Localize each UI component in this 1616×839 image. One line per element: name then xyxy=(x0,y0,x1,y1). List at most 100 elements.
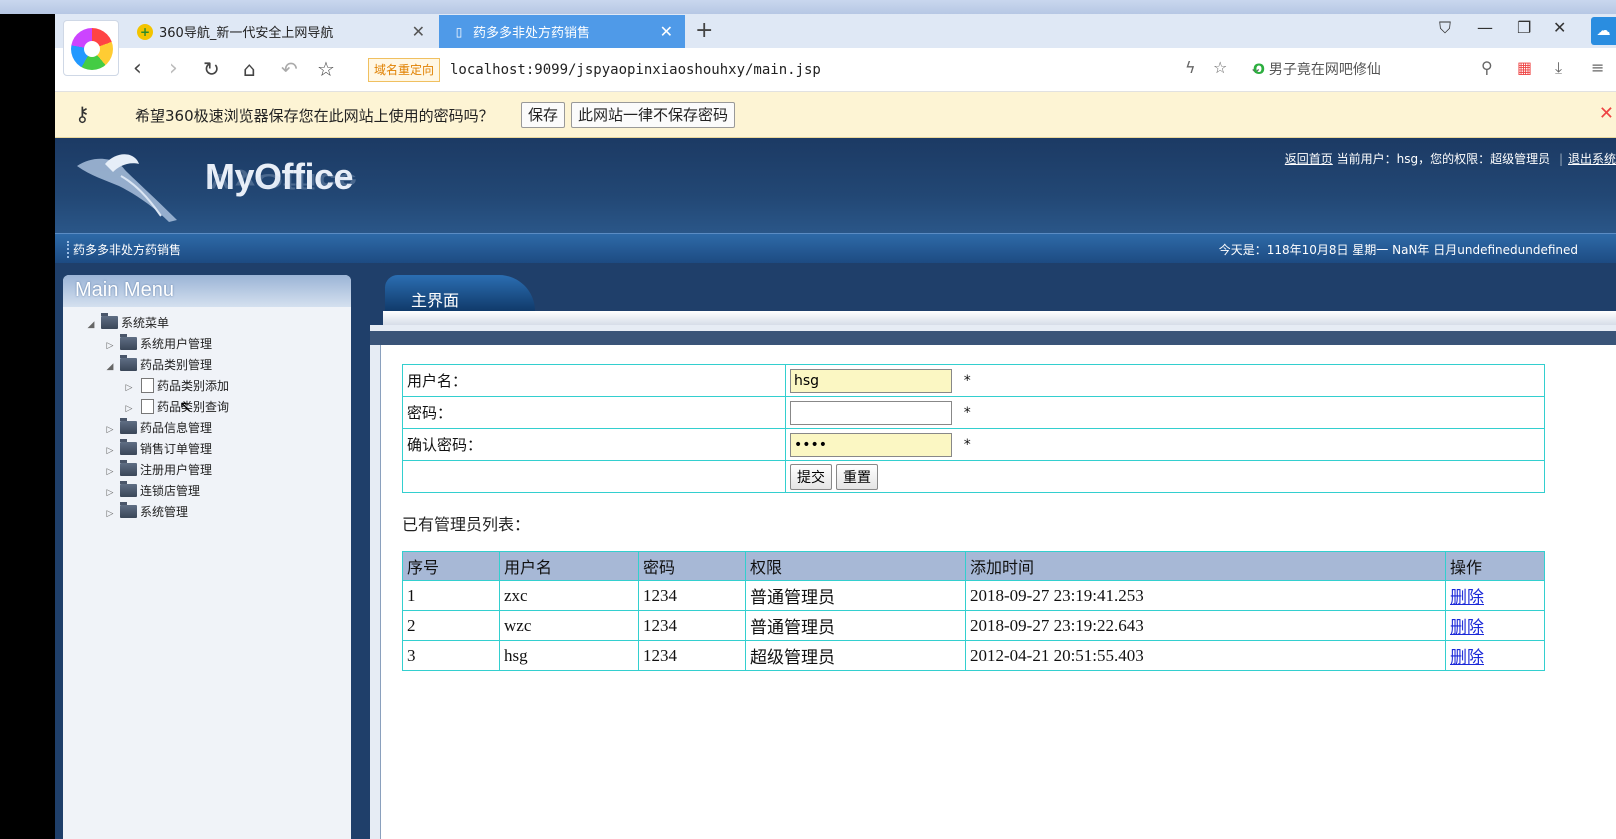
menu-item-chain-stores[interactable]: ▷ 连锁店管理 xyxy=(63,481,351,502)
menu-item-category-add[interactable]: ▷ 药品类别添加 xyxy=(63,376,351,397)
minimize-button[interactable]: — xyxy=(1477,18,1493,37)
password-input[interactable] xyxy=(790,400,952,425)
delete-link[interactable]: 删除 xyxy=(1450,648,1484,667)
browser-logo-icon[interactable] xyxy=(63,20,119,76)
username-input[interactable] xyxy=(790,368,952,393)
redirect-badge[interactable]: 域名重定向 xyxy=(368,58,440,82)
table-header-row: 序号 用户名 密码 权限 添加时间 操作 xyxy=(402,551,1545,581)
menu-item-registered-users[interactable]: ▷ 注册用户管理 xyxy=(63,460,351,481)
menu-item-sales-orders[interactable]: ▷ 销售订单管理 xyxy=(63,439,351,460)
content-header xyxy=(370,325,1616,345)
password-prompt: 希望360极速浏览器保存您在此网站上使用的密码吗？ xyxy=(135,107,494,125)
column-header: 操作 xyxy=(1445,551,1545,581)
lightning-icon[interactable]: ϟ xyxy=(1185,58,1196,77)
menu-item-category-query[interactable]: ▷ 药品类别查询 xyxy=(63,397,351,418)
download-icon[interactable]: ⤓ xyxy=(1555,58,1562,78)
desktop-left-area xyxy=(0,14,55,839)
submit-button[interactable]: 提交 xyxy=(790,463,832,490)
shirt-icon[interactable]: ⛉ xyxy=(1439,18,1451,38)
collapsed-arrow-icon[interactable]: ▷ xyxy=(104,462,116,483)
form-cell: 提交 重置 xyxy=(785,460,1545,493)
reload-icon[interactable]: ↻ xyxy=(203,56,220,82)
collapsed-arrow-icon[interactable]: ▷ xyxy=(104,336,116,357)
tree-label: 注册用户管理 xyxy=(140,463,213,477)
tree-label: 药品类别添加 xyxy=(157,379,230,393)
undo-icon[interactable]: ↶ xyxy=(281,56,298,82)
expanded-arrow-icon[interactable]: ◢ xyxy=(85,315,97,336)
menu-item-system-admin[interactable]: ▷ 系统管理 xyxy=(63,502,351,523)
tree-label: 系统管理 xyxy=(140,505,189,519)
confirm-password-label: 确认密码： xyxy=(402,428,786,461)
collapsed-arrow-icon: ▷ xyxy=(125,404,133,414)
home-icon[interactable]: ⌂ xyxy=(243,56,256,82)
save-password-button[interactable]: 保存 xyxy=(521,102,566,128)
confirm-password-input[interactable] xyxy=(790,432,952,457)
desktop-top-strip xyxy=(0,0,1616,14)
table-row: 1 zxc 1234 普通管理员 2018-09-27 23:19:41.253… xyxy=(402,580,1545,611)
tree-label: 药品类别管理 xyxy=(140,358,213,372)
date-text: 今天是：118年10月8日 星期一 NaN年 日月undefinedundefi… xyxy=(1218,243,1578,257)
never-save-button[interactable]: 此网站一律不保存密码 xyxy=(571,102,736,128)
apps-icon[interactable]: ▦ xyxy=(1517,58,1532,77)
expanded-arrow-icon[interactable]: ◢ xyxy=(104,357,116,378)
tree-root[interactable]: ◢ 系统菜单 xyxy=(63,313,351,334)
collapsed-arrow-icon[interactable]: ▷ xyxy=(104,504,116,525)
new-tab-button[interactable]: + xyxy=(695,18,713,43)
table-cell: 1 xyxy=(402,580,500,611)
menu-title: Main Menu xyxy=(63,275,351,307)
globe-icon: + xyxy=(137,23,153,40)
tab-strip: 主界面 xyxy=(370,275,1616,311)
table-cell: 2018-09-27 23:19:22.643 xyxy=(965,610,1446,641)
address-input[interactable]: localhost:9099/jspyaopinxiaoshouhxy/main… xyxy=(450,58,821,82)
column-header: 添加时间 xyxy=(965,551,1446,581)
cloud-icon[interactable]: ☁ xyxy=(1591,17,1616,45)
tab-360-nav[interactable]: + 360导航_新一代安全上网导航 ✕ xyxy=(125,15,437,48)
restore-button[interactable]: ❐ xyxy=(1517,18,1531,37)
folder-icon xyxy=(101,313,118,329)
folder-icon xyxy=(120,334,137,350)
user-bar: 返回首页 当前用户：hsg，您的权限：超级管理员 | 退出系统 xyxy=(1285,150,1616,167)
brand-reflection: MyOffice xyxy=(205,169,358,194)
reset-button[interactable]: 重置 xyxy=(836,463,878,490)
folder-icon xyxy=(120,502,137,518)
menu-item-system-users[interactable]: ▷ 系统用户管理 xyxy=(63,334,351,355)
close-icon[interactable]: ✕ xyxy=(1599,103,1614,124)
tab-main[interactable]: 主界面 xyxy=(385,275,535,311)
tab-active[interactable]: ▯ 药多多非处方药销售 ✕ xyxy=(439,15,685,48)
form-row: 确认密码： * xyxy=(402,428,1545,461)
current-user-text: 当前用户：hsg，您的权限：超级管理员 xyxy=(1336,152,1551,166)
star-icon[interactable]: ☆ xyxy=(317,56,335,82)
table-cell: wzc xyxy=(499,610,639,641)
tab-underline xyxy=(383,311,1616,325)
search-input[interactable]: O 男子竟在网吧修仙 xyxy=(1253,57,1463,83)
search-icon[interactable]: ⚲ xyxy=(1481,58,1493,77)
bookmark-star-icon[interactable]: ☆ xyxy=(1213,58,1227,77)
admin-table: 序号 用户名 密码 权限 添加时间 操作 1 zxc 1234 普通管理员 20… xyxy=(402,551,1545,671)
collapsed-arrow-icon[interactable]: ▷ xyxy=(104,483,116,504)
table-cell: 2018-09-27 23:19:41.253 xyxy=(965,580,1446,611)
close-icon[interactable]: ✕ xyxy=(412,22,425,41)
menu-item-drug-info[interactable]: ▷ 药品信息管理 xyxy=(63,418,351,439)
menu-tree: ◢ 系统菜单 ▷ 系统用户管理 ◢ 药品类别管理 ▷ 药品类别添加 ▷ 药品类别查询 xyxy=(63,307,351,523)
page-icon: ▯ xyxy=(455,24,463,39)
delete-link[interactable]: 删除 xyxy=(1450,618,1484,637)
key-icon: ⚷ xyxy=(75,102,90,126)
table-row: 3 hsg 1234 超级管理员 2012-04-21 20:51:55.403… xyxy=(402,640,1545,671)
close-window-button[interactable]: ✕ xyxy=(1553,18,1566,37)
back-icon[interactable]: ‹ xyxy=(133,56,142,82)
home-link[interactable]: 返回首页 xyxy=(1285,152,1333,166)
menu-item-drug-category[interactable]: ◢ 药品类别管理 xyxy=(63,355,351,376)
collapsed-arrow-icon[interactable]: ▷ xyxy=(104,420,116,441)
close-icon[interactable]: ✕ xyxy=(660,22,673,41)
delete-link[interactable]: 删除 xyxy=(1450,588,1484,607)
logout-link[interactable]: 退出系统 xyxy=(1568,152,1616,166)
table-cell: 2 xyxy=(402,610,500,641)
app-header: MyOffice MyOffice 返回首页 当前用户：hsg，您的权限：超级管… xyxy=(55,138,1616,233)
divider: | xyxy=(1558,152,1563,166)
main-panel: 主界面 用户名： * 密码： xyxy=(370,263,1616,839)
collapsed-arrow-icon[interactable]: ▷ xyxy=(104,441,116,462)
collapsed-arrow-icon: ▷ xyxy=(125,383,133,393)
tree-label: 系统菜单 xyxy=(121,316,170,330)
forward-icon[interactable]: › xyxy=(169,56,178,82)
menu-icon[interactable]: ≡ xyxy=(1591,58,1604,77)
